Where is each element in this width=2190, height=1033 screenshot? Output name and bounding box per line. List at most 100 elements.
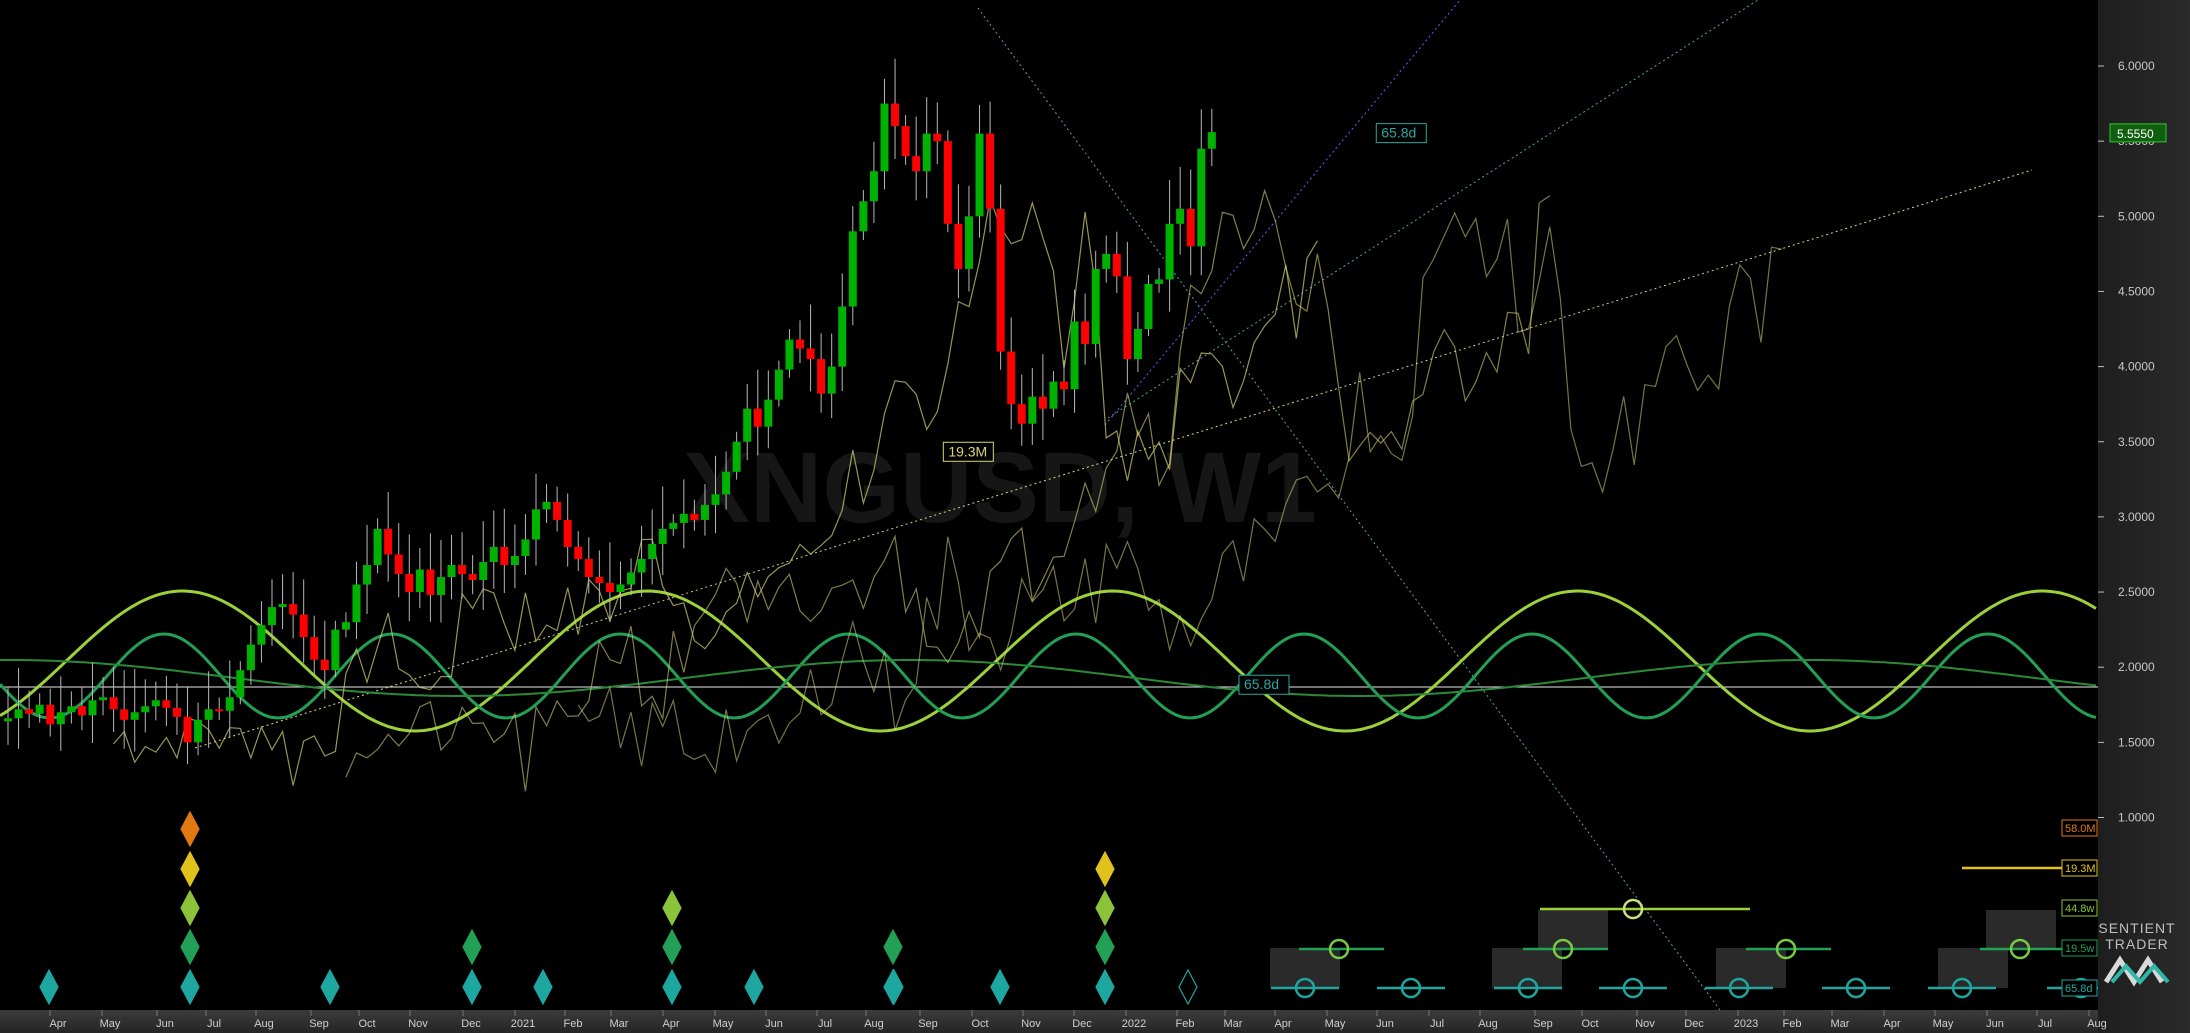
candle-body	[35, 704, 44, 714]
candle-body	[489, 546, 498, 562]
candle-body	[56, 712, 65, 725]
candle-body	[1155, 279, 1164, 284]
y-tick-label: 4.0000	[2118, 360, 2155, 374]
x-tick-label: Jun	[765, 1018, 783, 1030]
x-tick-label: Oct	[1581, 1018, 1598, 1030]
x-tick-label: Aug	[864, 1018, 884, 1030]
candle-body	[553, 501, 562, 520]
x-tick-label: May	[713, 1018, 734, 1030]
candle-body	[954, 223, 963, 269]
y-tick-label: 6.0000	[2118, 59, 2155, 73]
cycle-trough-range-box	[1270, 948, 1340, 988]
candle-body	[1017, 404, 1026, 424]
x-tick-label: Mar	[1224, 1018, 1243, 1030]
x-tick-label: 2021	[511, 1018, 535, 1030]
candle-body	[46, 704, 55, 725]
candle-body	[669, 522, 678, 529]
candle-body	[806, 348, 815, 360]
candle-body	[14, 709, 23, 719]
x-tick-label: Dec	[1072, 1018, 1092, 1030]
candle-body	[1123, 276, 1132, 360]
candle-body	[130, 712, 139, 720]
candle-body	[774, 369, 783, 400]
candle-body	[278, 604, 287, 608]
x-tick-label: Feb	[564, 1018, 583, 1030]
x-tick-label: Sep	[309, 1018, 329, 1030]
candle-body	[817, 359, 826, 394]
candle-body	[595, 577, 604, 584]
x-tick-label: May	[1933, 1018, 1954, 1030]
x-tick-label: Apr	[1883, 1018, 1900, 1030]
candle-body	[521, 539, 530, 556]
candle-body	[764, 399, 773, 427]
candle-body	[532, 509, 540, 540]
candle-body	[785, 339, 794, 370]
candle-body	[320, 659, 329, 671]
candle-body	[880, 103, 889, 172]
x-tick-label: Jun	[1376, 1018, 1394, 1030]
candle-body	[183, 716, 192, 743]
candle-body	[99, 697, 108, 701]
candle-body	[341, 622, 350, 630]
candle-body	[743, 408, 752, 442]
candle-body	[1176, 208, 1185, 224]
cycle-legend-label: 44.8w	[2065, 903, 2094, 915]
candle-body	[510, 555, 519, 565]
x-tick-label: Mar	[610, 1018, 629, 1030]
candle-body	[120, 709, 129, 720]
candle-body	[246, 644, 255, 671]
x-tick-label: Jul	[207, 1018, 221, 1030]
candle-body	[711, 494, 720, 505]
x-tick-label: May	[1325, 1018, 1346, 1030]
x-tick-label: Apr	[662, 1018, 679, 1030]
candle-body	[479, 561, 488, 581]
candle-body	[405, 574, 414, 593]
candle-body	[151, 700, 160, 707]
candle-body	[426, 569, 435, 596]
candle-body	[1091, 268, 1100, 345]
brand-line-1: SENTIENT	[2098, 920, 2176, 936]
fld-projection-label: 65.8d	[1244, 676, 1279, 692]
last-price-label: 5.5550	[2117, 127, 2154, 141]
cycle-legend-label: 19.3M	[2065, 863, 2096, 875]
candle-body	[933, 133, 942, 142]
candle-body	[964, 216, 973, 269]
candle-body	[891, 103, 900, 127]
price-chart: XNGUSD, W1 19.3M65.8d65.8d 6.00005.50005…	[0, 0, 2190, 1033]
candle-body	[25, 709, 34, 714]
candle-body	[1060, 381, 1068, 390]
candle-body	[310, 637, 319, 660]
candle-body	[732, 441, 741, 472]
candle-body	[1112, 253, 1121, 277]
y-tick-label: 4.5000	[2118, 284, 2155, 298]
candle-body	[975, 133, 984, 217]
x-tick-label: 2022	[1122, 1018, 1146, 1030]
x-tick-label: Sep	[1533, 1018, 1553, 1030]
candle-body	[859, 201, 868, 232]
x-tick-label: Dec	[461, 1018, 481, 1030]
x-tick-label: Jul	[2038, 1018, 2052, 1030]
x-tick-label: Sep	[918, 1018, 938, 1030]
candle-body	[257, 625, 266, 645]
candle-body	[1165, 223, 1174, 280]
x-tick-label: Jul	[1430, 1018, 1444, 1030]
brand-line-2: TRADER	[2105, 936, 2169, 952]
candle-body	[268, 607, 276, 626]
candle-body	[996, 208, 1005, 352]
candle-body	[352, 584, 361, 623]
candle-body	[542, 501, 551, 510]
candle-body	[415, 569, 424, 593]
candle-body	[1207, 132, 1216, 149]
candle-body	[605, 583, 614, 593]
x-tick-label: Jun	[156, 1018, 174, 1030]
x-tick-label: May	[100, 1018, 121, 1030]
candle-body	[88, 700, 97, 716]
y-tick-label: 3.5000	[2118, 435, 2155, 449]
candle-body	[447, 564, 456, 578]
x-tick-label: Dec	[1684, 1018, 1704, 1030]
fld-projection-label: 65.8d	[1381, 125, 1416, 141]
x-tick-label: 2023	[1734, 1018, 1758, 1030]
candle-body	[1133, 329, 1142, 360]
candle-body	[394, 554, 403, 575]
cycle-legend-label: 19.5w	[2065, 943, 2094, 955]
